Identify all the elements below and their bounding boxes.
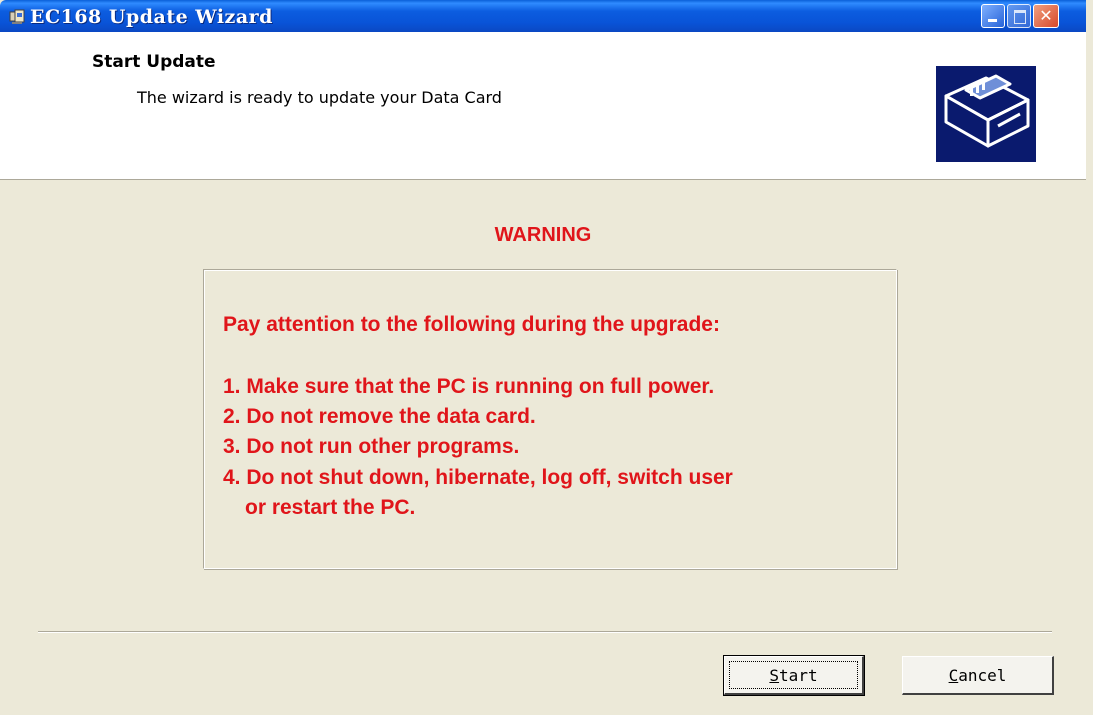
wizard-header: Start Update The wizard is ready to upda…: [0, 32, 1086, 180]
update-wizard-window: EC168 Update Wizard ✕ Start Update The w…: [0, 0, 1093, 715]
window-edge: [1086, 0, 1093, 715]
start-button[interactable]: Start: [723, 655, 865, 696]
warning-box: Pay attention to the following during th…: [203, 269, 897, 569]
warning-label: WARNING: [494, 224, 592, 246]
page-title: Start Update: [92, 52, 216, 72]
title-bar[interactable]: EC168 Update Wizard ✕: [0, 0, 1093, 32]
cancel-mnemonic: C: [948, 666, 959, 685]
minimize-button[interactable]: [981, 4, 1005, 28]
warning-heading: Pay attention to the following during th…: [223, 313, 720, 336]
warning-item: 3. Do not run other programs.: [223, 435, 520, 458]
separator: [38, 631, 1052, 633]
close-button[interactable]: ✕: [1033, 4, 1059, 28]
minimize-icon: [988, 19, 997, 22]
cancel-label: ancel: [958, 666, 1007, 685]
app-icon: [9, 9, 25, 24]
close-icon: ✕: [1039, 6, 1053, 25]
focus-rect: [729, 661, 858, 689]
warning-item: 1. Make sure that the PC is running on f…: [223, 375, 715, 398]
data-card-icon: [936, 66, 1036, 162]
warning-item-continued: or restart the PC.: [245, 496, 416, 519]
page-subtitle: The wizard is ready to update your Data …: [137, 88, 502, 107]
maximize-button[interactable]: [1007, 4, 1031, 28]
maximize-icon: [1014, 10, 1026, 24]
warning-item: 4. Do not shut down, hibernate, log off,…: [223, 466, 733, 489]
warning-item: 2. Do not remove the data card.: [223, 405, 536, 428]
cancel-button[interactable]: Cancel: [902, 656, 1054, 695]
window-title: EC168 Update Wizard: [30, 6, 273, 28]
